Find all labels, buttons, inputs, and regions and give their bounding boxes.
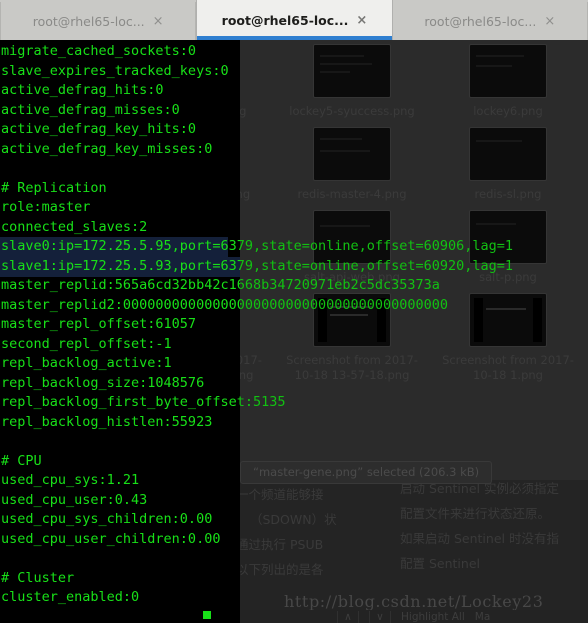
document-right-column: 启动 Sentinel 实例必须指定 配置文件来进行状态还原。 如果启动 Sen… (400, 480, 559, 576)
terminal-line: repl_backlog_first_byte_offset:5135 (1, 394, 240, 410)
file-name: salt-api-web.png (304, 270, 400, 284)
tab-terminal-2[interactable]: root@rhel65-loc... × (196, 0, 393, 40)
terminal-line: master_replid2:0000000000000000000000000… (1, 296, 240, 313)
file-thumbnail (313, 293, 391, 347)
terminal-line: repl_backlog_histlen:55923 (1, 413, 213, 430)
highlight-all-checkbox[interactable]: Highlight All (401, 611, 465, 623)
file-name: lockey5-syuccess.png (289, 104, 415, 118)
tab-label: root@rhel65-loc... (424, 13, 537, 29)
terminal-line: master_replid:565a6cd32bb42c1668b3472097… (1, 277, 240, 293)
terminal-line: active_defrag_hits:0 (1, 82, 164, 98)
file-name: salt-p.png (479, 270, 537, 284)
match-case-checkbox[interactable]: Ma (475, 611, 491, 623)
tab-terminal-3[interactable]: root@rhel65-loc... × (392, 2, 588, 40)
file-item[interactable]: Screenshot from 2017-10-18 13-57-18.png (274, 287, 430, 385)
terminal-line: second_repl_offset:-1 (1, 335, 172, 352)
file-thumbnail (313, 210, 391, 264)
terminal-line: # Replication (1, 179, 107, 196)
terminal-window[interactable]: migrate_cached_sockets:0 slave_expires_t… (0, 38, 240, 623)
file-name: Screenshot from 2017-10-18 13-57-18.png (286, 353, 418, 382)
file-item[interactable]: salt-p.png (430, 204, 586, 287)
terminal-line: # Cluster (1, 569, 75, 586)
terminal-line: cluster_enabled:0 (1, 589, 140, 605)
tab-terminal-1[interactable]: root@rhel65-loc... × (0, 2, 197, 40)
terminal-line: slave_expires_tracked_keys:0 (1, 62, 229, 79)
file-name: Screenshot from 2017-10-18 1.png (442, 353, 574, 382)
file-thumbnail (469, 210, 547, 264)
terminal-line: repl_backlog_size:1048576 (1, 374, 205, 391)
tab-bar: root@rhel65-loc... × root@rhel65-loc... … (0, 0, 588, 40)
file-item[interactable]: lockey6.png (430, 38, 586, 121)
terminal-line: connected_slaves:2 (1, 218, 148, 235)
file-name: lockey6.png (473, 104, 543, 118)
file-name: redis-sl.png (474, 187, 542, 201)
terminal-output: migrate_cached_sockets:0 slave_expires_t… (0, 38, 240, 623)
document-line: 以下列出的是各 (236, 562, 324, 577)
file-thumbnail (469, 44, 547, 98)
screen: Recent Home Documents Desktop Videos Tra… (0, 0, 588, 623)
terminal-line: repl_backlog_active:1 (1, 355, 172, 371)
watermark: http://blog.csdn.net/Lockey23 (284, 592, 544, 611)
terminal-line: used_cpu_sys:1.21 (1, 472, 140, 488)
terminal-cursor (203, 611, 211, 619)
file-item[interactable]: redis-master-4.png (274, 121, 430, 204)
file-item[interactable]: lockey5-syuccess.png (274, 38, 430, 121)
terminal-line: role:master (1, 199, 91, 215)
terminal-line: used_cpu_user_children:0.00 (1, 530, 221, 547)
find-bar: ∧ ∨ Highlight All Ma (232, 610, 588, 623)
terminal-line: # CPU (1, 452, 42, 469)
document-line: 通过执行 PSUB (236, 537, 324, 552)
close-icon[interactable]: × (356, 14, 367, 27)
tab-label: root@rhel65-loc... (221, 12, 349, 28)
find-previous-button[interactable]: ∧ (337, 610, 359, 623)
status-badge: “master-gene.png” selected (206.3 kB) (240, 461, 493, 484)
terminal-line: slave1:ip=172.25.5.93,port=6379,state=on… (1, 257, 240, 274)
file-name: redis-master-4.png (297, 187, 407, 201)
file-thumbnail (469, 293, 547, 347)
file-item[interactable]: redis-sl.png (430, 121, 586, 204)
terminal-line: used_cpu_sys_children:0.00 (1, 511, 213, 527)
file-thumbnail (313, 127, 391, 181)
terminal-line: migrate_cached_sockets:0 (1, 43, 197, 59)
document-line: 配置文件来进行状态还原。 (400, 506, 551, 521)
document-line: 一个频道能够接 (236, 487, 324, 502)
terminal-line: active_defrag_key_hits:0 (1, 121, 197, 137)
terminal-line: slave0:ip=172.25.5.95,port=6379,state=on… (1, 238, 240, 254)
document-line: 如果启动 Sentinel 时没有指 (400, 531, 559, 546)
file-item[interactable]: Screenshot from 2017-10-18 1.png (430, 287, 586, 385)
terminal-line: used_cpu_user:0.43 (1, 491, 148, 508)
document-line: （SDOWN）状 (250, 512, 337, 527)
terminal-line: active_defrag_misses:0 (1, 101, 180, 118)
document-line: 配置 Sentinel (400, 556, 480, 571)
find-next-button[interactable]: ∨ (369, 610, 391, 623)
terminal-line: active_defrag_key_misses:0 (1, 140, 213, 157)
file-thumbnail (469, 127, 547, 181)
document-left-column: 一个频道能够接 （SDOWN）状 通过执行 PSUB 以下列出的是各 (236, 482, 337, 582)
tab-label: root@rhel65-loc... (32, 13, 145, 29)
close-icon[interactable]: × (153, 15, 164, 28)
file-item[interactable]: salt-api-web.png (274, 204, 430, 287)
close-icon[interactable]: × (544, 15, 555, 28)
terminal-line: master_repl_offset:61057 (1, 316, 197, 332)
file-thumbnail (313, 44, 391, 98)
